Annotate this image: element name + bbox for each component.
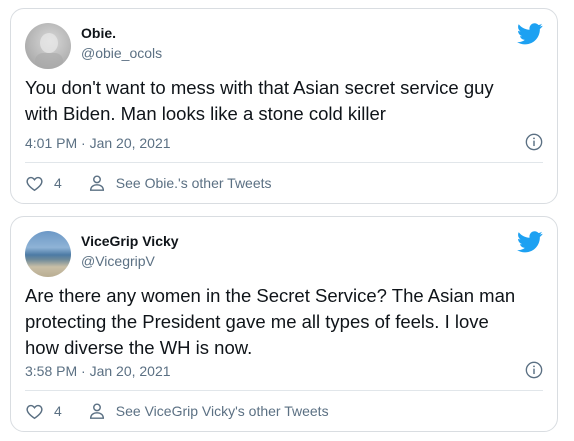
- divider: [25, 162, 543, 163]
- tweet-text: You don't want to mess with that Asian s…: [25, 77, 494, 124]
- author-handle[interactable]: @obie_ocols: [81, 45, 162, 61]
- tweet-timestamp[interactable]: 3:58 PM · Jan 20, 2021: [25, 363, 171, 379]
- other-tweets-link[interactable]: See ViceGrip Vicky's other Tweets: [88, 402, 329, 420]
- avatar[interactable]: [25, 231, 71, 277]
- info-icon[interactable]: [525, 133, 543, 151]
- author-name[interactable]: ViceGrip Vicky: [81, 233, 179, 249]
- other-tweets-label: See Obie.'s other Tweets: [115, 175, 272, 191]
- tweet-text: Are there any women in the Secret Servic…: [25, 285, 516, 358]
- author-name[interactable]: Obie.: [81, 25, 116, 41]
- avatar[interactable]: [25, 23, 71, 69]
- heart-icon: [26, 404, 43, 419]
- tweet-card[interactable]: ViceGrip Vicky @VicegripV Are there any …: [10, 216, 558, 432]
- twitter-bird-icon[interactable]: [517, 231, 543, 253]
- tweet-actions: 4 See Obie.'s other Tweets: [25, 171, 543, 195]
- like-count: 4: [54, 175, 62, 191]
- author-handle[interactable]: @VicegripV: [81, 253, 155, 269]
- person-icon: [89, 403, 104, 419]
- like-button[interactable]: 4: [25, 174, 62, 193]
- divider: [25, 390, 543, 391]
- tweet-actions: 4 See ViceGrip Vicky's other Tweets: [25, 399, 543, 423]
- person-icon: [89, 175, 104, 191]
- tweet-card[interactable]: Obie. @obie_ocols You don't want to mess…: [10, 8, 558, 204]
- heart-icon: [26, 176, 43, 191]
- twitter-bird-icon[interactable]: [517, 23, 543, 45]
- tweet-timestamp[interactable]: 4:01 PM · Jan 20, 2021: [25, 135, 171, 151]
- other-tweets-link[interactable]: See Obie.'s other Tweets: [88, 174, 272, 192]
- other-tweets-label: See ViceGrip Vicky's other Tweets: [115, 403, 329, 419]
- like-button[interactable]: 4: [25, 402, 62, 421]
- like-count: 4: [54, 403, 62, 419]
- info-icon[interactable]: [525, 361, 543, 379]
